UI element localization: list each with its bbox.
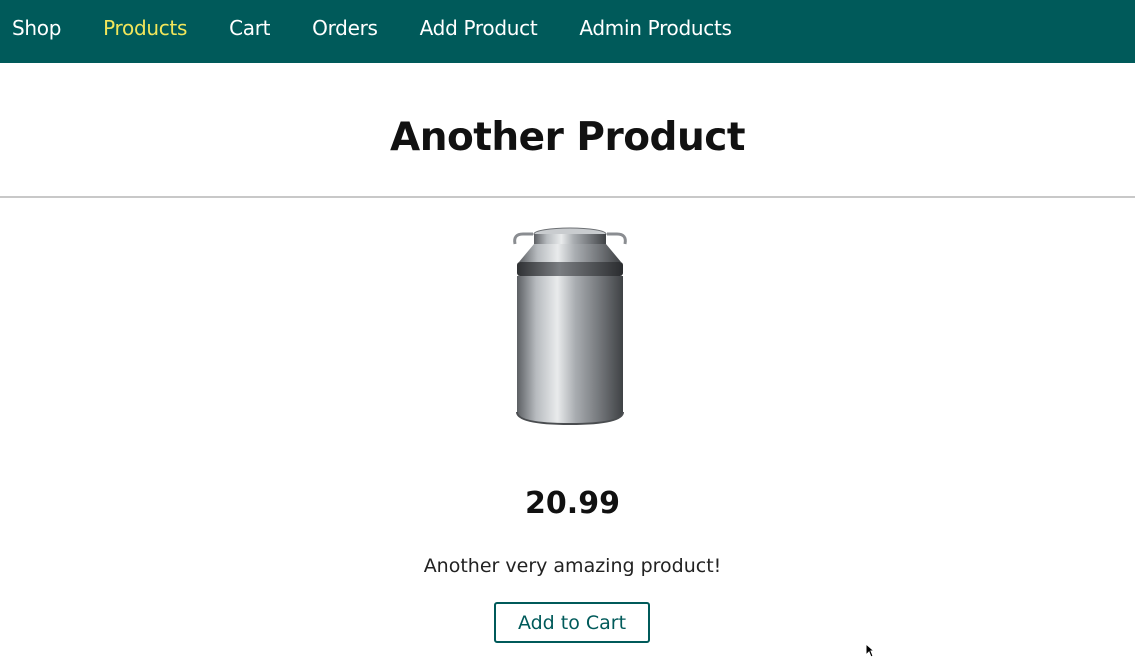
product-image: [513, 227, 627, 426]
nav-item-admin-products[interactable]: Admin Products: [579, 16, 732, 40]
nav-item-cart[interactable]: Cart: [229, 16, 270, 40]
main-header: Shop Products Cart Orders Add Product Ad…: [0, 0, 1135, 63]
nav-item-shop[interactable]: Shop: [12, 16, 61, 40]
nav-item-products[interactable]: Products: [103, 16, 187, 40]
product-title: Another Product: [390, 115, 745, 160]
mouse-cursor-icon: [865, 643, 875, 658]
main-navigation: Shop Products Cart Orders Add Product Ad…: [0, 0, 1135, 55]
title-divider: [0, 196, 1135, 198]
product-price: 20.99: [525, 486, 620, 521]
product-description: Another very amazing product!: [423, 555, 722, 577]
add-to-cart-button[interactable]: Add to Cart: [494, 602, 650, 643]
nav-list: Shop Products Cart Orders Add Product Ad…: [0, 0, 1135, 55]
nav-item-orders[interactable]: Orders: [312, 16, 378, 40]
nav-item-add-product[interactable]: Add Product: [420, 16, 538, 40]
